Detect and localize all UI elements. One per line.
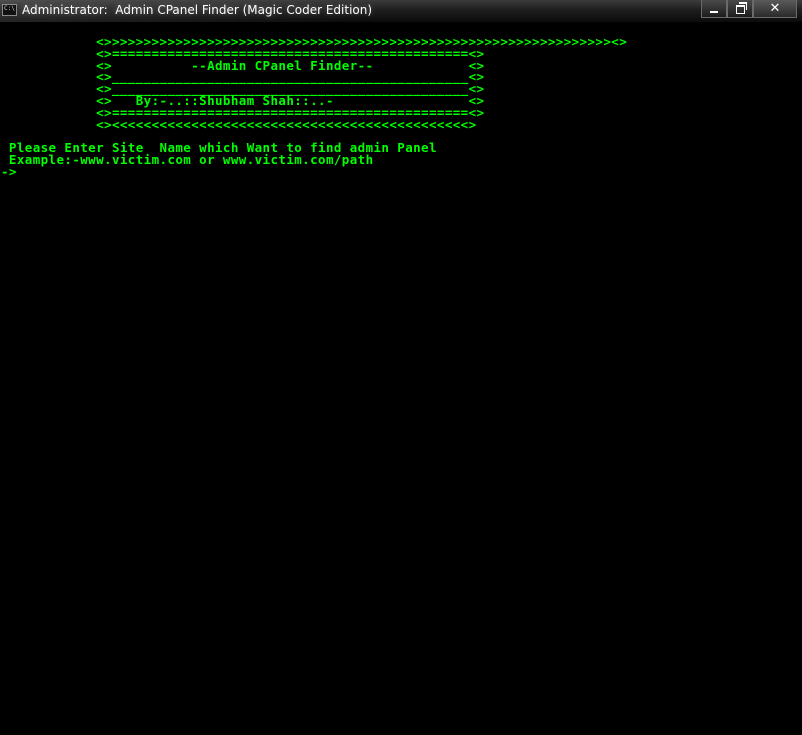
maximize-button[interactable] <box>727 0 753 18</box>
restore-icon <box>735 2 747 14</box>
close-button[interactable]: ✕ <box>753 0 797 18</box>
input-prompt[interactable]: -> <box>1 165 627 178</box>
close-icon: ✕ <box>769 0 781 16</box>
console-icon[interactable]: C:\ <box>2 4 17 16</box>
window-title: Administrator: Admin CPanel Finder (Magi… <box>22 3 373 17</box>
console-output: <>>>>>>>>>>>>>>>>>>>>>>>>>>>>>>>>>>>>>>>… <box>1 35 627 178</box>
minimize-button[interactable] <box>701 0 727 18</box>
console-window: C:\ Administrator: Admin CPanel Finder (… <box>0 0 802 735</box>
title-bar[interactable]: C:\ Administrator: Admin CPanel Finder (… <box>0 0 802 22</box>
minimize-icon <box>710 10 718 13</box>
banner-line-8: <><<<<<<<<<<<<<<<<<<<<<<<<<<<<<<<<<<<<<<… <box>1 116 477 132</box>
caption-buttons: ✕ <box>701 0 797 18</box>
console-area[interactable]: <>>>>>>>>>>>>>>>>>>>>>>>>>>>>>>>>>>>>>>>… <box>0 22 802 735</box>
example-message: Example:-www.victim.com or www.victim.co… <box>1 151 374 167</box>
